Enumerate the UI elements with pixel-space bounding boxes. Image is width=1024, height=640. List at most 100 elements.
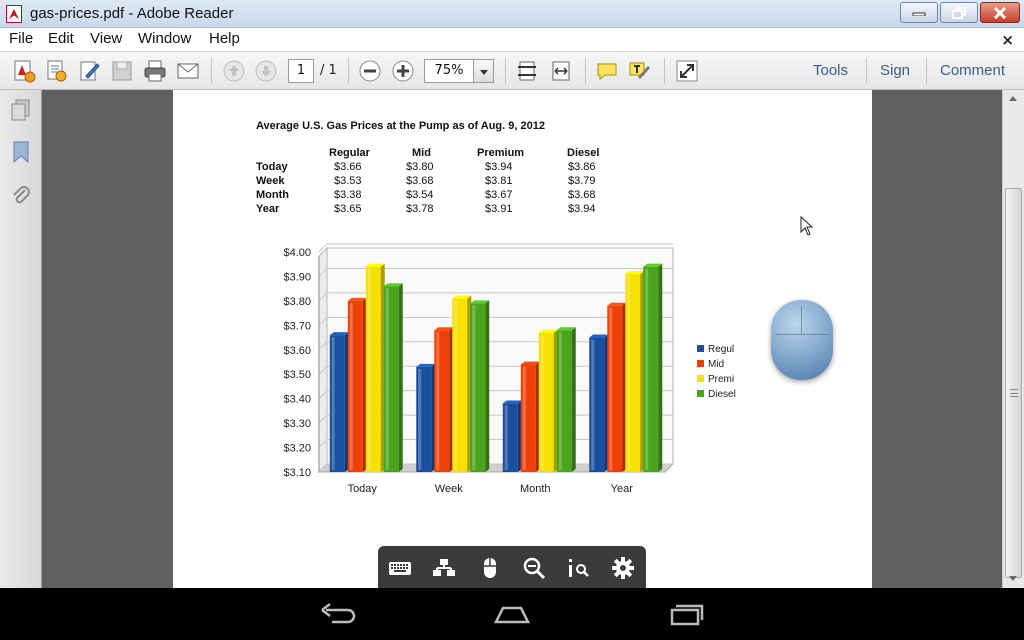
bar-side	[398, 283, 403, 472]
table-row-label: Year	[256, 203, 280, 215]
menu-window[interactable]: Window	[138, 30, 191, 47]
toolbar-separator	[348, 58, 349, 84]
table-header-mid: Mid	[412, 147, 431, 159]
email-icon[interactable]	[176, 59, 200, 83]
scroll-thumb[interactable]	[1005, 188, 1022, 578]
zoom-dropdown-button[interactable]	[473, 59, 494, 83]
network-icon[interactable]	[432, 556, 456, 580]
save-icon[interactable]	[110, 59, 134, 83]
restore-button[interactable]	[940, 2, 978, 23]
keyboard-icon[interactable]	[388, 556, 412, 580]
legend-label: Regul	[708, 344, 734, 355]
bar-side	[658, 263, 663, 472]
table-cell: $3.68	[406, 175, 434, 187]
bookmarks-icon[interactable]	[9, 140, 33, 164]
table-header-premium: Premium	[477, 147, 525, 159]
legend-swatch	[697, 360, 704, 367]
table-cell: $3.86	[568, 161, 596, 173]
edit-document-icon[interactable]	[78, 59, 102, 83]
print-icon[interactable]	[143, 59, 167, 83]
close-icon	[993, 6, 1007, 19]
bar-side	[485, 300, 490, 472]
x-tick-label: Week	[435, 483, 463, 495]
fit-width-icon[interactable]	[549, 59, 573, 83]
create-pdf-icon[interactable]	[12, 59, 36, 83]
y-tick-label: $3.20	[283, 443, 311, 455]
toolbar-separator	[664, 58, 665, 84]
back-icon[interactable]	[318, 602, 358, 626]
expand-icon[interactable]	[675, 59, 699, 83]
toolbar-separator	[505, 58, 506, 84]
y-tick-label: $3.50	[283, 369, 311, 381]
mouse-mode-icon[interactable]	[478, 556, 502, 580]
menu-edit[interactable]: Edit	[48, 30, 74, 47]
scroll-grip-icon	[1010, 389, 1018, 397]
table-cell: $3.94	[568, 203, 596, 215]
minimize-button[interactable]	[900, 2, 938, 23]
bar-highlight	[385, 288, 389, 470]
scroll-up-arrow[interactable]	[1003, 90, 1024, 108]
vertical-scrollbar[interactable]	[1002, 90, 1024, 588]
remote-mouse-icon[interactable]	[771, 300, 833, 380]
bar-highlight	[331, 337, 335, 470]
zoom-level-input[interactable]: 75%	[424, 59, 474, 83]
close-document-button[interactable]: ×	[1001, 31, 1014, 49]
table-cell: $3.79	[568, 175, 596, 187]
chart-side-wall	[318, 246, 328, 474]
toolbar-separator	[585, 58, 586, 84]
sticky-note-icon[interactable]	[595, 59, 619, 83]
table-cell: $3.54	[406, 189, 434, 201]
attachments-icon[interactable]	[9, 184, 33, 208]
y-tick-label: $4.00	[283, 247, 311, 259]
adobe-reader-window: gas-prices.pdf - Adobe Reader File Edit …	[0, 0, 1024, 640]
menu-help[interactable]: Help	[209, 30, 240, 47]
legend-label: Diesel	[708, 389, 736, 400]
menu-bar: File Edit View Window Help ×	[0, 28, 1024, 52]
next-page-icon[interactable]	[254, 59, 278, 83]
legend-label: Mid	[708, 359, 724, 370]
fit-page-icon[interactable]	[515, 59, 539, 83]
page-thumbnails-icon[interactable]	[9, 98, 33, 122]
comment-pane-button[interactable]: Comment	[940, 62, 1005, 79]
zoom-view-icon[interactable]	[522, 556, 546, 580]
bar-highlight	[418, 368, 422, 470]
open-file-icon[interactable]	[44, 59, 68, 83]
highlight-text-icon[interactable]	[628, 59, 652, 83]
sign-pane-button[interactable]: Sign	[880, 62, 910, 79]
main-toolbar: 1 / 1 75% Tools Sign Comment	[0, 52, 1024, 90]
zoom-in-icon[interactable]	[391, 59, 415, 83]
bar-highlight	[522, 366, 526, 470]
bar-side	[571, 327, 576, 472]
bar-highlight	[367, 268, 371, 470]
table-header-regular: Regular	[329, 147, 370, 159]
scroll-down-arrow[interactable]	[1003, 570, 1024, 588]
page-total: / 1	[320, 63, 337, 78]
home-icon[interactable]	[492, 602, 532, 626]
table-cell: $3.91	[485, 203, 513, 215]
tools-pane-button[interactable]: Tools	[813, 62, 848, 79]
x-tick-label: Year	[611, 483, 634, 495]
recent-apps-icon[interactable]	[666, 602, 706, 626]
document-view[interactable]: Average U.S. Gas Prices at the Pump as o…	[42, 90, 1002, 588]
table-cell: $3.67	[485, 189, 513, 201]
settings-gear-icon[interactable]	[611, 556, 635, 580]
y-tick-label: $3.30	[283, 418, 311, 430]
legend-label: Premi	[708, 374, 734, 385]
bar-highlight	[436, 332, 440, 470]
table-cell: $3.80	[406, 161, 434, 173]
window-title: gas-prices.pdf - Adobe Reader	[30, 5, 234, 22]
page-number-input[interactable]: 1	[288, 59, 314, 83]
menu-view[interactable]: View	[90, 30, 122, 47]
close-window-button[interactable]	[980, 2, 1020, 23]
zoom-out-icon[interactable]	[358, 59, 382, 83]
bar-highlight	[349, 302, 353, 470]
document-title: Average U.S. Gas Prices at the Pump as o…	[256, 120, 545, 132]
previous-page-icon[interactable]	[222, 59, 246, 83]
y-tick-label: $3.10	[283, 467, 311, 479]
legend-swatch	[697, 345, 704, 352]
bar-highlight	[591, 339, 595, 470]
table-cell: $3.66	[334, 161, 362, 173]
y-tick-label: $3.70	[283, 320, 311, 332]
info-search-icon[interactable]	[566, 556, 590, 580]
menu-file[interactable]: File	[9, 30, 33, 47]
